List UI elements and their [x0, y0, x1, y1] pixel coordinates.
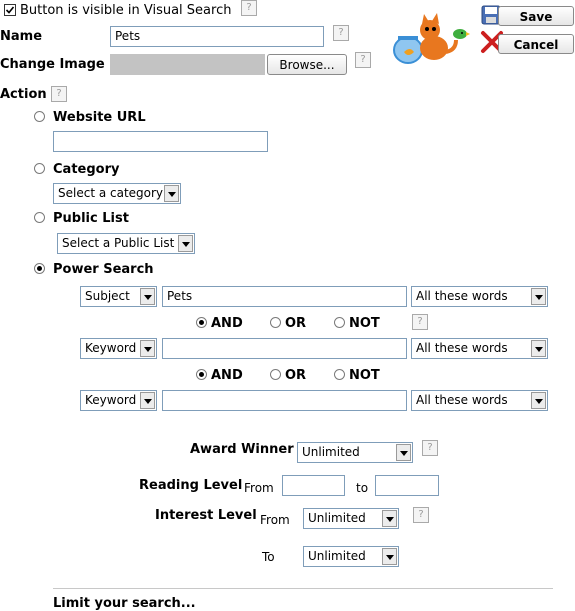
- public-list-select[interactable]: Select a Public List: [57, 233, 195, 254]
- chevron-down-icon: [140, 288, 155, 305]
- help-icon-image[interactable]: ?: [355, 52, 371, 68]
- chevron-down-icon: [140, 340, 155, 357]
- operator-not-1[interactable]: [334, 317, 345, 328]
- chevron-down-icon: [531, 288, 546, 305]
- operator-not-2[interactable]: [334, 369, 345, 380]
- category-select[interactable]: Select a category: [53, 183, 181, 204]
- operator-and-2[interactable]: [196, 369, 207, 380]
- website-url-label: Website URL: [53, 110, 146, 125]
- action-label: Action: [0, 87, 47, 102]
- match-select-2[interactable]: All these words: [411, 338, 548, 359]
- operator-not-2-label: NOT: [349, 368, 380, 383]
- change-image-label: Change Image: [0, 57, 105, 72]
- interest-level-from-value: Unlimited: [308, 511, 366, 525]
- radio-power-search[interactable]: [34, 263, 45, 274]
- match-select-1[interactable]: All these words: [411, 286, 548, 307]
- image-path-field[interactable]: [110, 54, 265, 75]
- help-icon-interest[interactable]: ?: [413, 507, 429, 523]
- operator-or-1-label: OR: [285, 316, 307, 331]
- chevron-down-icon: [531, 340, 546, 357]
- match-select-1-value: All these words: [416, 289, 508, 303]
- chevron-down-icon: [140, 392, 155, 409]
- browse-button[interactable]: Browse...: [267, 54, 347, 75]
- radio-category[interactable]: [34, 163, 45, 174]
- reading-level-to-label: to: [356, 481, 369, 495]
- reading-level-from-input[interactable]: [282, 475, 345, 496]
- chevron-down-icon: [382, 510, 397, 527]
- operator-or-1[interactable]: [270, 317, 281, 328]
- help-icon-award[interactable]: ?: [422, 440, 438, 456]
- operator-or-2-label: OR: [285, 368, 307, 383]
- field-select-3[interactable]: Keyword: [80, 390, 157, 411]
- visible-label: Button is visible in Visual Search: [20, 3, 232, 18]
- field-select-3-value: Keyword: [85, 393, 137, 407]
- operator-and-1-label: AND: [211, 316, 243, 331]
- match-select-3[interactable]: All these words: [411, 390, 548, 411]
- award-winner-label: Award Winner: [190, 442, 294, 457]
- help-icon-visibility[interactable]: ?: [241, 0, 257, 16]
- reading-level-from-label: From: [244, 481, 274, 495]
- reading-level-label: Reading Level: [139, 478, 243, 493]
- name-input[interactable]: Pets: [110, 26, 324, 47]
- interest-level-to-select[interactable]: Unlimited: [303, 546, 399, 567]
- cancel-button[interactable]: Cancel: [498, 34, 574, 54]
- radio-public-list[interactable]: [34, 212, 45, 223]
- help-icon-action[interactable]: ?: [51, 86, 67, 102]
- cat-fishbowl-icon: [393, 13, 470, 64]
- field-select-2[interactable]: Keyword: [80, 338, 157, 359]
- match-select-2-value: All these words: [416, 341, 508, 355]
- name-label: Name: [0, 29, 43, 44]
- chevron-down-icon: [164, 185, 179, 202]
- operator-and-2-label: AND: [211, 368, 243, 383]
- save-button[interactable]: Save: [498, 6, 574, 26]
- website-url-input[interactable]: [53, 131, 268, 152]
- radio-website-url[interactable]: [34, 111, 45, 122]
- search-term-input-3[interactable]: [162, 390, 407, 411]
- operator-not-1-label: NOT: [349, 316, 380, 331]
- operator-or-2[interactable]: [270, 369, 281, 380]
- public-list-label: Public List: [53, 211, 129, 226]
- chevron-down-icon: [396, 444, 411, 461]
- visible-checkbox[interactable]: [4, 4, 16, 16]
- help-icon-name[interactable]: ?: [333, 25, 349, 41]
- field-select-1[interactable]: Subject: [80, 286, 157, 307]
- interest-level-to-value: Unlimited: [308, 549, 366, 563]
- chevron-down-icon: [178, 235, 193, 252]
- interest-level-from-label: From: [260, 513, 290, 527]
- reading-level-to-input[interactable]: [375, 475, 439, 496]
- field-select-2-value: Keyword: [85, 341, 137, 355]
- category-select-value: Select a category: [58, 186, 164, 200]
- search-term-input-1[interactable]: Pets: [162, 286, 407, 307]
- search-term-input-2[interactable]: [162, 338, 407, 359]
- section-divider: [53, 588, 553, 589]
- power-search-label: Power Search: [53, 262, 154, 277]
- chevron-down-icon: [382, 548, 397, 565]
- limit-search-heading: Limit your search...: [53, 596, 196, 611]
- field-select-1-value: Subject: [85, 289, 130, 303]
- help-icon-operators[interactable]: ?: [412, 314, 428, 330]
- interest-level-label: Interest Level: [155, 508, 257, 523]
- interest-level-from-select[interactable]: Unlimited: [303, 508, 399, 529]
- interest-level-to-label: To: [262, 550, 275, 564]
- match-select-3-value: All these words: [416, 393, 508, 407]
- award-winner-select-value: Unlimited: [302, 445, 360, 459]
- category-label: Category: [53, 162, 120, 177]
- operator-and-1[interactable]: [196, 317, 207, 328]
- award-winner-select[interactable]: Unlimited: [297, 442, 413, 463]
- checkmark-icon: [5, 6, 15, 14]
- public-list-select-value: Select a Public List: [62, 236, 175, 250]
- chevron-down-icon: [531, 392, 546, 409]
